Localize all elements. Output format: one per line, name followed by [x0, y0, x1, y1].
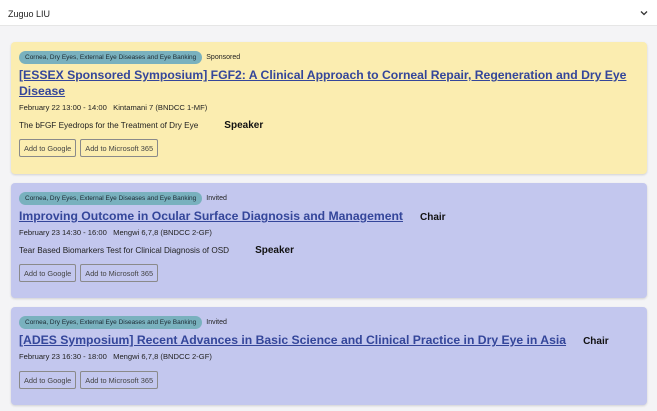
- session-type: Invited: [206, 318, 227, 326]
- session-title-link[interactable]: [ADES Symposium] Recent Advances in Basi…: [19, 332, 566, 348]
- session-role: Chair: [583, 336, 609, 347]
- session-card: Cornea, Dry Eyes, External Eye Diseases …: [11, 183, 647, 298]
- person-select-value: Zuguo LIU: [8, 9, 51, 19]
- session-type: Sponsored: [206, 53, 241, 61]
- talk-role: Speaker: [255, 245, 294, 256]
- add-to-google-button[interactable]: Add to Google: [19, 139, 77, 157]
- talk-title: Tear Based Biomarkers Test for Clinical …: [19, 246, 230, 255]
- chevron-down-icon: [640, 11, 648, 16]
- session-card: Cornea, Dry Eyes, External Eye Diseases …: [11, 307, 647, 405]
- session-card: Cornea, Dry Eyes, External Eye Diseases …: [11, 42, 647, 174]
- add-to-microsoft-button[interactable]: Add to Microsoft 365: [80, 139, 159, 157]
- session-title-link[interactable]: [ESSEX Sponsored Symposium] FGF2: A Clin…: [19, 67, 639, 99]
- category-badge: Cornea, Dry Eyes, External Eye Diseases …: [19, 50, 203, 64]
- session-time-location: February 23 16:30 - 18:00 Mengwi 6,7,8 (…: [19, 352, 212, 361]
- person-select[interactable]: Zuguo LIU: [0, 0, 657, 26]
- session-time-location: February 23 14:30 - 16:00 Mengwi 6,7,8 (…: [19, 228, 212, 237]
- talk-role: Speaker: [224, 120, 264, 131]
- session-type: Invited: [206, 194, 227, 202]
- session-time-location: February 22 13:00 - 14:00 Kintamani 7 (B…: [19, 103, 208, 112]
- add-to-google-button[interactable]: Add to Google: [19, 371, 77, 389]
- session-title-link[interactable]: Improving Outcome in Ocular Surface Diag…: [19, 208, 403, 224]
- category-badge: Cornea, Dry Eyes, External Eye Diseases …: [19, 315, 203, 329]
- session-role: Chair: [419, 212, 446, 223]
- add-to-microsoft-button[interactable]: Add to Microsoft 365: [80, 371, 159, 389]
- talk-title: The bFGF Eyedrops for the Treatment of D…: [19, 121, 199, 130]
- add-to-microsoft-button[interactable]: Add to Microsoft 365: [80, 264, 159, 282]
- add-to-google-button[interactable]: Add to Google: [19, 264, 77, 282]
- category-badge: Cornea, Dry Eyes, External Eye Diseases …: [19, 191, 203, 205]
